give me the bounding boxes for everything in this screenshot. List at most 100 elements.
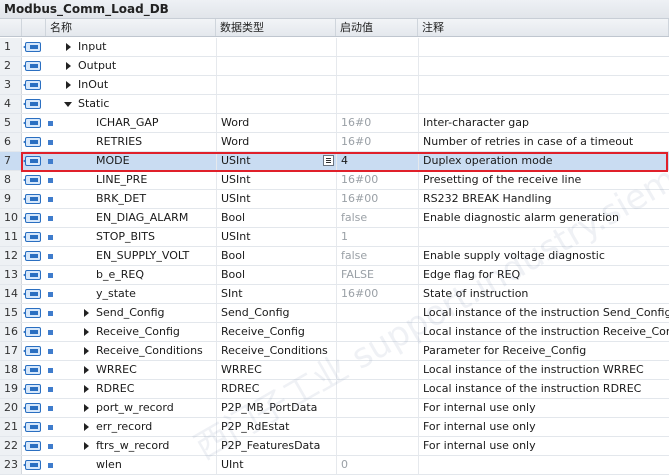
start-value-cell[interactable]: 0 <box>336 456 418 474</box>
data-type-cell[interactable]: Send_Config <box>216 304 336 322</box>
header-name[interactable]: 名称 <box>46 19 216 36</box>
table-row[interactable]: 22 ftrs_w_record P2P_FeaturesData For inter… <box>0 437 669 456</box>
table-row[interactable]: 10 EN_DIAG_ALARM Bool false Enable diagnosti… <box>0 209 669 228</box>
expand-arrow-icon[interactable] <box>84 404 89 412</box>
start-value-cell[interactable]: false <box>336 247 418 265</box>
data-type-cell[interactable]: SInt <box>216 285 336 303</box>
expand-arrow-icon[interactable] <box>66 62 71 70</box>
table-row[interactable]: 4 Static <box>0 95 669 114</box>
data-type-cell[interactable]: USInt <box>216 171 336 189</box>
name-cell[interactable]: wlen <box>60 456 216 474</box>
table-row[interactable]: 9 BRK_DET USInt 16#00 RS232 BREAK Handling <box>0 190 669 209</box>
start-value-cell[interactable] <box>336 76 418 94</box>
comment-cell[interactable]: Enable supply voltage diagnostic <box>418 247 669 265</box>
collapse-arrow-icon[interactable] <box>64 102 72 107</box>
name-cell[interactable]: b_e_REQ <box>60 266 216 284</box>
type-list-button-icon[interactable] <box>323 155 334 166</box>
header-comment[interactable]: 注释 <box>418 19 669 36</box>
name-cell[interactable]: Receive_Config <box>60 323 216 341</box>
table-row[interactable]: 12 EN_SUPPLY_VOLT Bool false Enable supply v… <box>0 247 669 266</box>
start-value-cell[interactable]: false <box>336 209 418 227</box>
expand-arrow-icon[interactable] <box>84 423 89 431</box>
comment-cell[interactable] <box>418 57 669 75</box>
table-row[interactable]: 8 LINE_PRE USInt 16#00 Presetting of the rec… <box>0 171 669 190</box>
expand-arrow-icon[interactable] <box>84 366 89 374</box>
start-value-cell[interactable]: 16#0 <box>336 114 418 132</box>
expand-arrow-icon[interactable] <box>84 385 89 393</box>
table-row[interactable]: 13 b_e_REQ Bool FALSE Edge flag for REQ <box>0 266 669 285</box>
start-value-cell[interactable] <box>336 399 418 417</box>
comment-cell[interactable]: RS232 BREAK Handling <box>418 190 669 208</box>
comment-cell[interactable]: State of instruction <box>418 285 669 303</box>
expand-arrow-icon[interactable] <box>84 328 89 336</box>
table-row[interactable]: 16 Receive_Config Receive_Config Local inst… <box>0 323 669 342</box>
table-row[interactable]: 7 MODE USInt 4 Duplex operation mode <box>0 152 669 171</box>
table-row[interactable]: 2 Output <box>0 57 669 76</box>
expand-arrow-icon[interactable] <box>84 309 89 317</box>
table-row[interactable]: 17 Receive_Conditions Receive_Conditions Pa… <box>0 342 669 361</box>
comment-cell[interactable] <box>418 228 669 246</box>
comment-cell[interactable]: For internal use only <box>418 437 669 455</box>
start-value-cell[interactable] <box>336 304 418 322</box>
data-type-cell[interactable]: P2P_RdEstat <box>216 418 336 436</box>
comment-cell[interactable] <box>418 95 669 113</box>
name-cell[interactable]: Static <box>60 95 216 113</box>
name-cell[interactable]: err_record <box>60 418 216 436</box>
table-row[interactable]: 15 Send_Config Send_Config Local instance o… <box>0 304 669 323</box>
start-value-cell[interactable] <box>336 361 418 379</box>
table-row[interactable]: 6 RETRIES Word 16#0 Number of retries in cas… <box>0 133 669 152</box>
name-cell[interactable]: Send_Config <box>60 304 216 322</box>
name-cell[interactable]: BRK_DET <box>60 190 216 208</box>
data-type-cell[interactable]: Word <box>216 133 336 151</box>
start-value-cell[interactable]: 4 <box>336 152 418 170</box>
name-cell[interactable]: RDREC <box>60 380 216 398</box>
start-value-cell[interactable]: 16#00 <box>336 285 418 303</box>
comment-cell[interactable] <box>418 456 669 474</box>
comment-cell[interactable]: Local instance of the instruction Receiv… <box>418 323 669 341</box>
name-cell[interactable]: ftrs_w_record <box>60 437 216 455</box>
start-value-cell[interactable] <box>336 95 418 113</box>
start-value-cell[interactable]: 16#0 <box>336 133 418 151</box>
comment-cell[interactable]: For internal use only <box>418 399 669 417</box>
comment-cell[interactable]: Duplex operation mode <box>418 152 669 170</box>
data-type-cell[interactable]: P2P_FeaturesData <box>216 437 336 455</box>
name-cell[interactable]: EN_SUPPLY_VOLT <box>60 247 216 265</box>
name-cell[interactable]: WRREC <box>60 361 216 379</box>
data-type-cell[interactable] <box>216 95 336 113</box>
table-row[interactable]: 14 y_state SInt 16#00 State of instruction <box>0 285 669 304</box>
comment-cell[interactable]: Edge flag for REQ <box>418 266 669 284</box>
name-cell[interactable]: Input <box>60 38 216 56</box>
comment-cell[interactable]: Enable diagnostic alarm generation <box>418 209 669 227</box>
comment-cell[interactable]: Local instance of the instruction Send_C… <box>418 304 669 322</box>
table-row[interactable]: 19 RDREC RDREC Local instance of the instru… <box>0 380 669 399</box>
name-cell[interactable]: STOP_BITS <box>60 228 216 246</box>
comment-cell[interactable]: Local instance of the instruction WRREC <box>418 361 669 379</box>
start-value-cell[interactable]: FALSE <box>336 266 418 284</box>
start-value-cell[interactable] <box>336 418 418 436</box>
name-cell[interactable]: LINE_PRE <box>60 171 216 189</box>
data-type-cell[interactable] <box>216 38 336 56</box>
start-value-cell[interactable]: 16#00 <box>336 171 418 189</box>
expand-arrow-icon[interactable] <box>84 442 89 450</box>
data-type-cell[interactable] <box>216 57 336 75</box>
expand-arrow-icon[interactable] <box>66 43 71 51</box>
data-type-cell[interactable]: Bool <box>216 209 336 227</box>
comment-cell[interactable]: Presetting of the receive line <box>418 171 669 189</box>
name-cell[interactable]: y_state <box>60 285 216 303</box>
name-cell[interactable]: Output <box>60 57 216 75</box>
table-row[interactable]: 21 err_record P2P_RdEstat For internal use … <box>0 418 669 437</box>
comment-cell[interactable]: Inter-character gap <box>418 114 669 132</box>
data-type-cell[interactable]: Word <box>216 114 336 132</box>
data-type-cell[interactable]: USInt <box>216 228 336 246</box>
table-row[interactable]: 11 STOP_BITS USInt 1 <box>0 228 669 247</box>
data-type-cell[interactable]: USInt <box>216 190 336 208</box>
start-value-cell[interactable] <box>336 57 418 75</box>
comment-cell[interactable]: For internal use only <box>418 418 669 436</box>
name-cell[interactable]: RETRIES <box>60 133 216 151</box>
name-cell[interactable]: MODE <box>60 152 216 170</box>
start-value-cell[interactable] <box>336 323 418 341</box>
header-data-type[interactable]: 数据类型 <box>216 19 336 36</box>
start-value-cell[interactable]: 1 <box>336 228 418 246</box>
data-type-cell[interactable]: UInt <box>216 456 336 474</box>
comment-cell[interactable]: Number of retries in case of a timeout <box>418 133 669 151</box>
